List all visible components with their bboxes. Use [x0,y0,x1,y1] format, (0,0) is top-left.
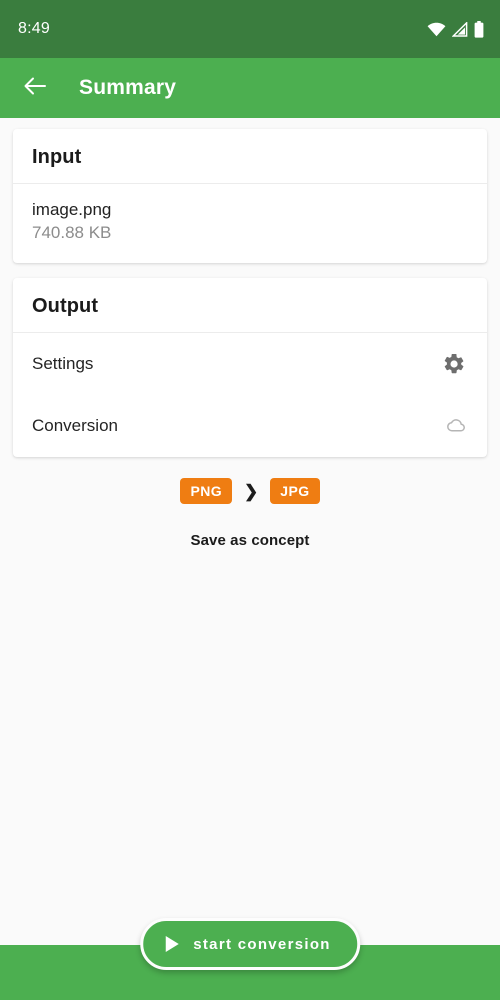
gear-icon[interactable] [440,350,468,378]
input-card: Input image.png 740.88 KB [13,129,487,264]
source-format-badge[interactable]: PNG [180,478,233,505]
save-as-concept-button[interactable]: Save as concept [13,532,487,549]
wifi-icon [427,22,446,37]
arrow-left-icon [22,73,48,104]
output-card-header: Output [32,295,99,318]
page-title: Summary [79,76,177,99]
chevron-right-icon: ❯ [244,481,259,501]
start-conversion-button[interactable]: start conversion [140,918,360,970]
status-bar: 8:49 [0,0,500,58]
input-card-header: Input [32,146,82,168]
cloud-icon[interactable] [440,412,468,440]
input-file-info[interactable]: image.png 740.88 KB [13,184,487,263]
start-conversion-label: start conversion [193,935,331,953]
app-screen: 8:49 Summary Input image.png 740.88 KB O… [0,0,500,1000]
input-file-name: image.png [32,200,112,219]
output-row-settings[interactable]: Settings [13,333,487,395]
output-row-conversion[interactable]: Conversion [13,395,487,457]
cellular-signal-icon [452,21,468,37]
output-card: Output Settings Conversion [13,278,487,458]
play-icon [164,935,180,953]
main-content: Input image.png 740.88 KB Output Setting… [0,118,500,1000]
target-format-badge[interactable]: JPG [270,478,320,505]
status-bar-clock: 8:49 [18,20,50,37]
app-bar: Summary [0,58,500,118]
status-bar-icons [427,20,484,38]
settings-label: Settings [32,354,94,374]
format-conversion-row: PNG ❯ JPG [13,478,487,505]
conversion-label: Conversion [32,416,118,436]
input-file-size: 740.88 KB [32,223,112,243]
back-button[interactable] [18,71,52,105]
battery-icon [474,20,484,38]
